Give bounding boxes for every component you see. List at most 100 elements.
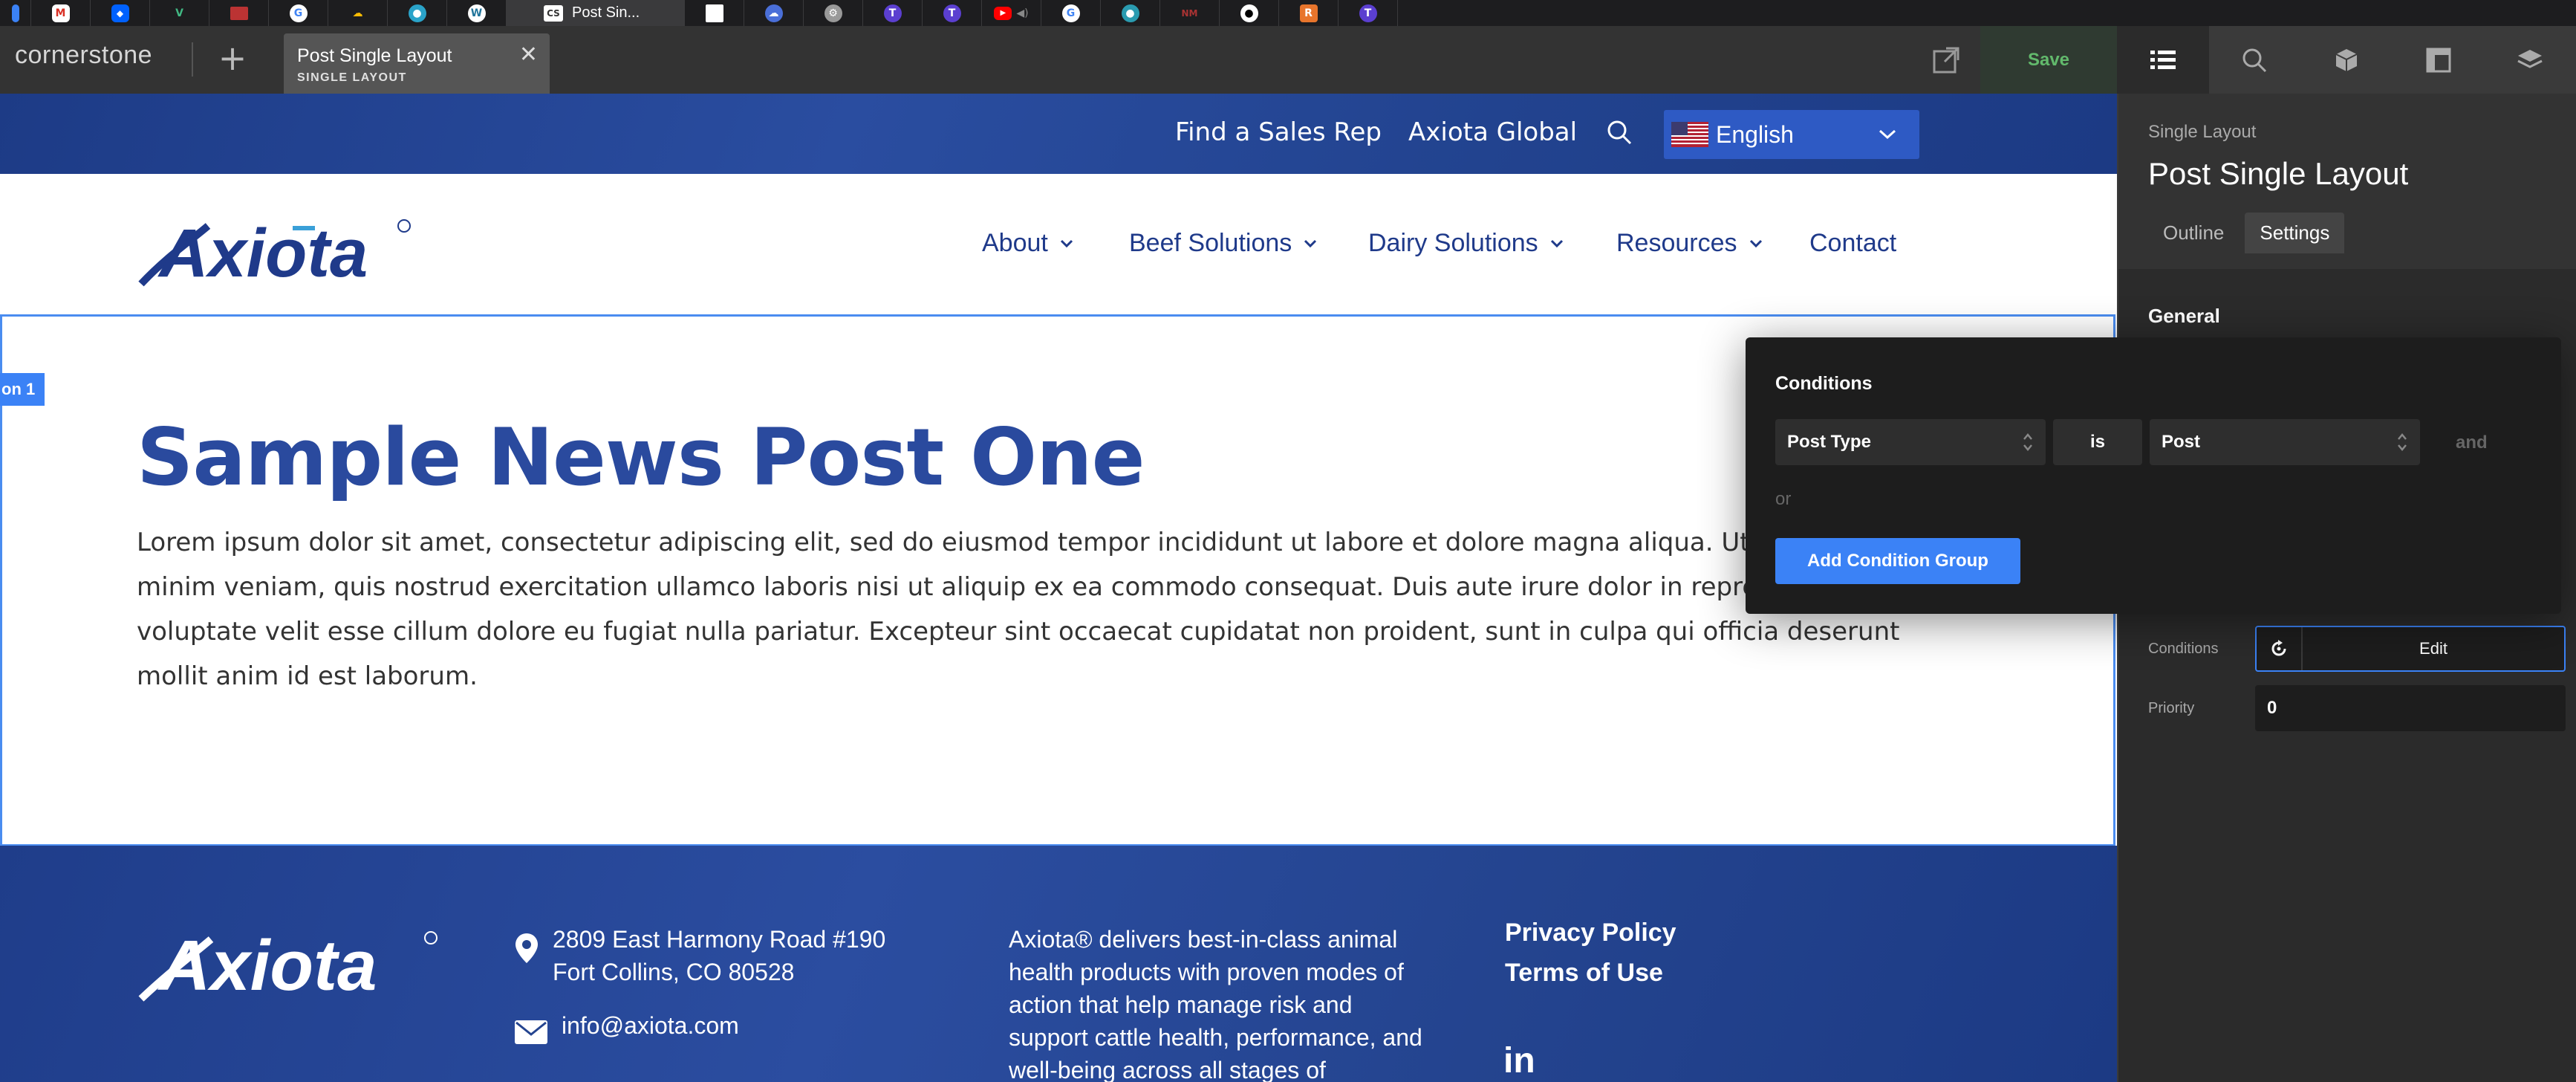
language-label: English — [1716, 120, 1794, 148]
browser-tab-github[interactable]: ● — [1220, 0, 1279, 26]
axiota-global-link[interactable]: Axiota Global — [1408, 117, 1577, 147]
add-document-button[interactable]: + — [214, 39, 251, 77]
toolbar-divider — [192, 42, 193, 77]
axiota-logo[interactable]: Axiota — [137, 213, 412, 293]
browser-tab-blank[interactable] — [685, 0, 744, 26]
browser-tab-nm[interactable]: NM — [1160, 0, 1220, 26]
browser-tab-flag[interactable] — [209, 0, 269, 26]
browser-tab-gear[interactable]: ⚙ — [804, 0, 863, 26]
select-arrows-icon — [2023, 433, 2032, 451]
wordpress-icon: W — [467, 4, 486, 22]
nav-resources[interactable]: Resources — [1616, 229, 1763, 258]
browser-tab[interactable] — [0, 0, 31, 26]
speaker-icon: ◀) — [1016, 7, 1029, 19]
condition-operator[interactable]: is — [2053, 419, 2142, 465]
document-tab[interactable]: Post Single Layout SINGLE LAYOUT ✕ — [284, 33, 550, 94]
condition-value-select[interactable]: Post — [2150, 419, 2420, 465]
external-link-icon[interactable] — [1930, 44, 1962, 77]
nav-label: Dairy Solutions — [1368, 229, 1538, 257]
browser-tab-google[interactable]: G — [269, 0, 328, 26]
language-select[interactable]: English — [1664, 110, 1919, 159]
terms-of-use-link[interactable]: Terms of Use — [1505, 959, 1663, 988]
nav-dairy-solutions[interactable]: Dairy Solutions — [1368, 229, 1564, 258]
gmail-icon: M — [51, 4, 70, 22]
cornerstone-logo[interactable]: cornerstone — [15, 41, 152, 70]
browser-tab-vue[interactable]: V — [150, 0, 209, 26]
condition-field-select[interactable]: Post Type — [1775, 419, 2046, 465]
tab-settings[interactable]: Settings — [2245, 213, 2345, 253]
nav-label: Resources — [1616, 229, 1737, 257]
linkedin-icon[interactable]: in — [1503, 1040, 1535, 1081]
browser-tab-r[interactable]: R — [1279, 0, 1339, 26]
t-icon: T — [883, 4, 902, 22]
tab-outline[interactable]: Outline — [2148, 213, 2239, 253]
browser-tab-gcloud[interactable]: ☁ — [328, 0, 388, 26]
cloud-icon: ☁ — [352, 7, 363, 19]
layout-icon[interactable] — [2393, 26, 2485, 94]
browser-tab-strip: M ◆ V G ☁ ● W CS Post Sin... ☁ ⚙ T T ▶ ◀)… — [0, 0, 2576, 26]
browser-tab-t1[interactable]: T — [863, 0, 923, 26]
chevron-down-icon — [1304, 239, 1317, 247]
address-line-2: Fort Collins, CO 80528 — [553, 959, 795, 985]
select-arrows-icon — [2398, 433, 2407, 451]
footer-email-link[interactable]: info@axiota.com — [562, 1012, 739, 1040]
section-heading-general: General — [2148, 305, 2220, 327]
priority-input[interactable]: 0 — [2255, 685, 2566, 731]
nav-contact[interactable]: Contact — [1809, 229, 1896, 258]
section-tag[interactable]: on 1 — [0, 373, 45, 406]
save-button[interactable]: Save — [1980, 26, 2117, 94]
chevron-down-icon — [1879, 129, 1896, 140]
browser-tab-dropbox[interactable]: ◆ — [91, 0, 150, 26]
browser-tab-reddit[interactable]: ● — [1101, 0, 1160, 26]
us-flag-icon — [1671, 122, 1708, 147]
cube-icon[interactable] — [2300, 26, 2393, 94]
browser-tab-cloud[interactable]: ☁ — [744, 0, 804, 26]
add-and-condition-button[interactable]: and — [2456, 433, 2488, 453]
browser-tab-label: Post Sin... — [572, 4, 640, 21]
chevron-down-icon — [1550, 239, 1563, 247]
find-sales-rep-link[interactable]: Find a Sales Rep — [1175, 117, 1382, 147]
panel-tabs: Outline Settings — [2148, 213, 2546, 253]
conditions-edit-button[interactable]: Edit — [2303, 639, 2564, 658]
panel-icon-bar — [2117, 26, 2576, 94]
priority-label: Priority — [2148, 699, 2195, 716]
browser-tab-drop[interactable]: ● — [388, 0, 447, 26]
chevron-down-icon — [1749, 239, 1762, 247]
browser-tab-active[interactable]: CS Post Sin... — [507, 0, 685, 26]
search-icon[interactable] — [1606, 119, 1633, 149]
footer-logo[interactable]: Axiota — [137, 923, 441, 1008]
address-line-1: 2809 East Harmony Road #190 — [553, 926, 886, 953]
reset-icon[interactable] — [2257, 627, 2303, 670]
browser-tab-google2[interactable]: G — [1041, 0, 1101, 26]
popover-title: Conditions — [1775, 373, 1873, 394]
add-condition-group-button[interactable]: Add Condition Group — [1775, 538, 2020, 584]
panel-title: Post Single Layout — [2148, 156, 2409, 191]
plus-icon: + — [218, 38, 247, 78]
layers-icon[interactable] — [2484, 26, 2576, 94]
or-separator: or — [1775, 489, 1792, 509]
github-icon: ● — [1240, 4, 1258, 22]
gear-icon: ⚙ — [824, 4, 842, 22]
privacy-policy-link[interactable]: Privacy Policy — [1505, 919, 1676, 947]
cloud-icon: ☁ — [764, 4, 783, 22]
reddit-icon: ● — [1121, 4, 1139, 22]
browser-tab-t3[interactable]: T — [1339, 0, 1398, 26]
list-icon[interactable] — [2117, 26, 2209, 94]
envelope-icon — [514, 1020, 548, 1048]
browser-tab-wordpress[interactable]: W — [447, 0, 507, 26]
browser-tab-t2[interactable]: T — [923, 0, 982, 26]
nav-about[interactable]: About — [982, 229, 1073, 258]
browser-tab-gmail[interactable]: M — [31, 0, 91, 26]
post-title: Sample News Post One — [137, 412, 1145, 503]
search-icon[interactable] — [2209, 26, 2301, 94]
browser-tab-youtube[interactable]: ▶ ◀) — [982, 0, 1041, 26]
main-navigation: Axiota About Beef Solutions Dairy Soluti… — [0, 174, 2117, 315]
close-icon[interactable]: ✕ — [519, 44, 538, 66]
conditions-control[interactable]: Edit — [2255, 626, 2566, 672]
nav-beef-solutions[interactable]: Beef Solutions — [1129, 229, 1317, 258]
cornerstone-toolbar: cornerstone + Post Single Layout SINGLE … — [0, 26, 2117, 94]
nav-label: Beef Solutions — [1129, 229, 1292, 257]
nav-label: About — [982, 229, 1048, 257]
vue-icon: V — [175, 7, 183, 19]
flag-icon — [230, 6, 248, 20]
